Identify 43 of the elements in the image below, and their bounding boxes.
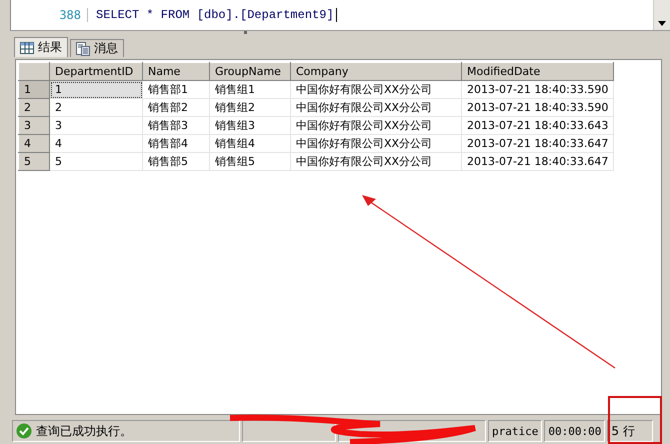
column-header[interactable]: Company bbox=[290, 62, 462, 80]
row-header[interactable]: 2 bbox=[18, 98, 50, 116]
table-cell: 销售部3 bbox=[142, 116, 210, 134]
table-cell: 中国你好有限公司XX分公司 bbox=[290, 134, 462, 152]
row-header[interactable]: 3 bbox=[18, 116, 50, 134]
table-cell: 1 bbox=[50, 80, 142, 98]
results-tab[interactable]: 消息 bbox=[70, 39, 124, 57]
table-cell: 5 bbox=[50, 152, 142, 170]
table-cell: 销售部4 bbox=[142, 134, 210, 152]
results-tab[interactable]: 结果 bbox=[14, 37, 68, 57]
table-cell: 2013-07-21 18:40:33.647 bbox=[462, 134, 614, 152]
database-name: pratice bbox=[488, 420, 542, 442]
table-cell: 销售组5 bbox=[210, 152, 290, 170]
column-header[interactable]: ModifiedDate bbox=[462, 62, 614, 80]
table-cell: 3 bbox=[50, 116, 142, 134]
column-header[interactable]: Name bbox=[142, 62, 210, 80]
table-cell: 2013-07-21 18:40:33.647 bbox=[462, 152, 614, 170]
table-cell: 2013-07-21 18:40:33.590 bbox=[462, 98, 614, 116]
column-header[interactable]: DepartmentID bbox=[50, 62, 142, 80]
table-cell: 中国你好有限公司XX分公司 bbox=[290, 98, 462, 116]
table-cell: 中国你好有限公司XX分公司 bbox=[290, 116, 462, 134]
line-number: 388 bbox=[11, 8, 88, 22]
table-cell: 中国你好有限公司XX分公司 bbox=[290, 80, 462, 98]
table-cell: 2013-07-21 18:40:33.590 bbox=[462, 80, 614, 98]
code-line: SELECT * FROM [dbo].[Department9] bbox=[95, 8, 334, 22]
table-cell: 2 bbox=[50, 98, 142, 116]
table-cell: 销售部2 bbox=[142, 98, 210, 116]
row-header[interactable]: 1 bbox=[18, 80, 50, 98]
row-count: 5 行 bbox=[607, 420, 654, 442]
table-cell: 2013-07-21 18:40:33.643 bbox=[462, 116, 614, 134]
row-header[interactable]: 4 bbox=[18, 134, 50, 152]
status-message: 查询已成功执行。 bbox=[36, 422, 132, 440]
table-cell: 销售组4 bbox=[210, 134, 290, 152]
table-cell: 销售组2 bbox=[210, 98, 290, 116]
column-header[interactable]: GroupName bbox=[210, 62, 290, 80]
elapsed-time: 00:00:00 bbox=[544, 420, 606, 442]
table-cell: 中国你好有限公司XX分公司 bbox=[290, 152, 462, 170]
row-header[interactable]: 5 bbox=[18, 152, 50, 170]
table-cell: 销售组1 bbox=[210, 80, 290, 98]
table-cell: 4 bbox=[50, 134, 142, 152]
table-cell: 销售组3 bbox=[210, 116, 290, 134]
table-cell: 销售部5 bbox=[142, 152, 210, 170]
table-cell: 销售部1 bbox=[142, 80, 210, 98]
